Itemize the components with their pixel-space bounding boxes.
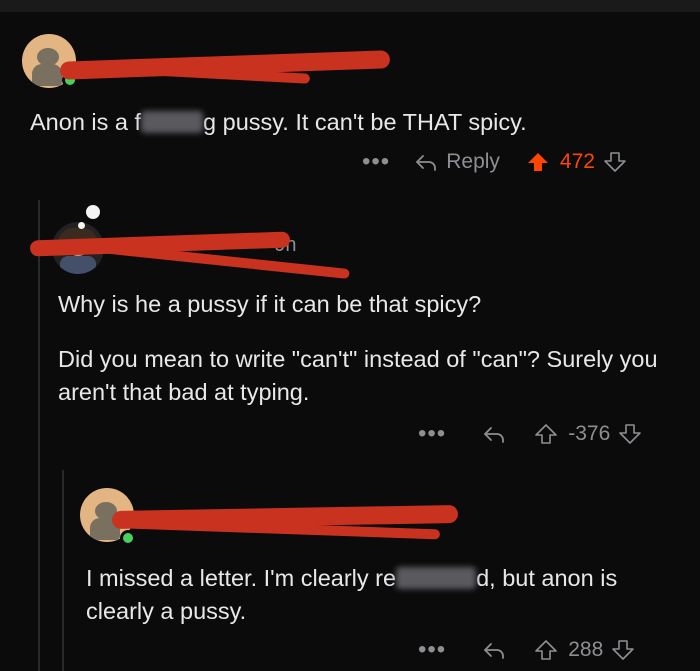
reply-button[interactable]: Reply bbox=[414, 150, 500, 174]
vote-score: -376 bbox=[568, 422, 611, 445]
upvote-icon[interactable] bbox=[526, 150, 550, 174]
thread-line-level-2 bbox=[62, 470, 64, 671]
upvote-icon[interactable] bbox=[534, 422, 558, 446]
more-options-button[interactable]: ••• bbox=[418, 420, 446, 448]
vote-score: 288 bbox=[568, 638, 604, 661]
reply-icon bbox=[484, 427, 505, 443]
comment-paragraph: Why is he a pussy if it can be that spic… bbox=[58, 291, 482, 317]
comment-body: Anon is a f g pussy. It can't be THAT spi… bbox=[30, 106, 670, 139]
censored-word bbox=[141, 111, 204, 133]
avatar-accessory bbox=[78, 222, 85, 229]
online-status-dot bbox=[120, 530, 136, 546]
reply-icon bbox=[416, 155, 437, 171]
more-options-button[interactable]: ••• bbox=[418, 636, 446, 664]
downvote-icon[interactable] bbox=[618, 422, 642, 446]
reply-icon bbox=[484, 643, 505, 659]
comment-actions: ••• -376 bbox=[418, 420, 642, 448]
avatar-shirt bbox=[60, 256, 96, 274]
comment-paragraph: Did you mean to write "can't" instead of… bbox=[58, 346, 658, 405]
downvote-icon[interactable] bbox=[611, 638, 635, 662]
top-bar bbox=[0, 0, 700, 12]
comment-text-start: Anon is a f bbox=[30, 109, 142, 135]
comment-text-start: I missed a letter. I'm clearly re bbox=[86, 565, 397, 591]
thread-line-level-1 bbox=[38, 200, 40, 671]
avatar-accessory bbox=[86, 205, 100, 219]
reply-button[interactable] bbox=[482, 638, 506, 662]
comment-actions: ••• 288 bbox=[418, 636, 635, 664]
censored-word bbox=[396, 567, 477, 589]
comment-text-end: g pussy. It can't be THAT spicy. bbox=[203, 109, 527, 135]
comment-body: I missed a letter. I'm clearly re d, but … bbox=[86, 562, 676, 628]
reply-button[interactable] bbox=[482, 422, 506, 446]
comment-body: Why is he a pussy if it can be that spic… bbox=[58, 288, 670, 409]
more-options-button[interactable]: ••• bbox=[362, 148, 390, 176]
downvote-icon[interactable] bbox=[603, 150, 627, 174]
comment-actions: ••• Reply 472 bbox=[362, 148, 627, 176]
vote-score: 472 bbox=[559, 150, 595, 173]
upvote-icon[interactable] bbox=[534, 638, 558, 662]
reply-label: Reply bbox=[446, 150, 500, 173]
avatar-body bbox=[32, 64, 62, 86]
